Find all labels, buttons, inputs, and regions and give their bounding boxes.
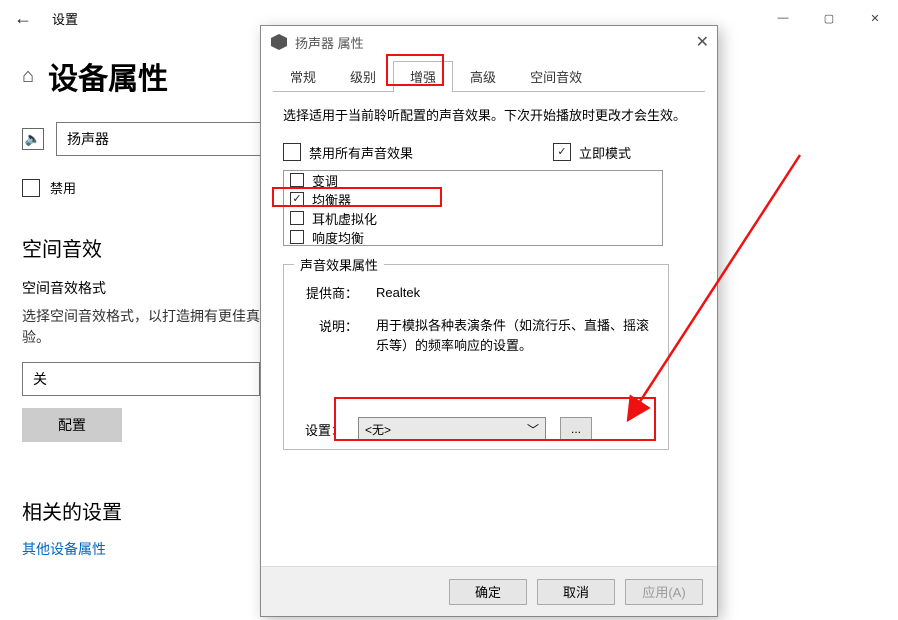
dialog-titlebar: 扬声器 属性 ✕	[261, 26, 717, 58]
effect-hp-virtual-label: 耳机虚拟化	[312, 209, 377, 228]
speaker-properties-dialog: 扬声器 属性 ✕ 常规 级别 增强 高级 空间音效 选择适用于当前聆听配置的声音…	[260, 25, 718, 617]
tab-strip: 常规 级别 增强 高级 空间音效	[273, 60, 705, 92]
effect-properties-title: 声音效果属性	[294, 255, 384, 274]
page-title: 设备属性	[48, 54, 168, 98]
effect-equalizer-label: 均衡器	[312, 190, 351, 209]
provider-value: Realtek	[376, 283, 654, 304]
speaker-icon: 🔈	[22, 128, 44, 150]
disable-all-effects-label: 禁用所有声音效果	[309, 143, 413, 162]
immediate-mode-label: 立即模式	[579, 143, 631, 162]
effect-equalizer-checkbox[interactable]	[290, 192, 304, 206]
disable-checkbox[interactable]	[22, 179, 40, 197]
spatial-help-text: 选择空间音效格式，以打造拥有更佳真验。	[22, 306, 262, 348]
setting-more-button[interactable]: ...	[560, 417, 592, 441]
configure-button[interactable]: 配置	[22, 408, 122, 442]
effect-hp-virtual-checkbox[interactable]	[290, 211, 304, 225]
dialog-icon	[271, 34, 287, 50]
dialog-button-row: 确定 取消 应用(A)	[261, 566, 717, 616]
setting-value: <无>	[365, 421, 391, 438]
tab-advanced[interactable]: 高级	[453, 61, 513, 92]
enhance-intro: 选择适用于当前聆听配置的声音效果。下次开始播放时更改才会生效。	[283, 106, 695, 127]
apply-button[interactable]: 应用(A)	[625, 579, 703, 605]
effect-pitch-label: 变调	[312, 171, 338, 190]
setting-combobox[interactable]: <无> ﹀	[358, 417, 546, 441]
window-title: 设置	[52, 9, 78, 28]
effect-loudness-label: 响度均衡	[312, 228, 364, 247]
tab-spatial[interactable]: 空间音效	[513, 61, 599, 92]
setting-label: 设置：	[298, 420, 344, 439]
immediate-mode-checkbox[interactable]	[553, 143, 571, 161]
dialog-title: 扬声器 属性	[295, 33, 364, 52]
ok-button[interactable]: 确定	[449, 579, 527, 605]
disable-all-effects-checkbox[interactable]	[283, 143, 301, 161]
disable-label: 禁用	[50, 178, 76, 197]
home-icon[interactable]: ⌂	[22, 65, 34, 88]
tab-enhance[interactable]: 增强	[393, 61, 453, 92]
effect-pitch-checkbox[interactable]	[290, 173, 304, 187]
chevron-down-icon: ﹀	[527, 421, 539, 438]
cancel-button[interactable]: 取消	[537, 579, 615, 605]
effect-loudness-checkbox[interactable]	[290, 230, 304, 244]
effects-list[interactable]: 变调 均衡器 耳机虚拟化 响度均衡	[283, 170, 663, 246]
tab-general[interactable]: 常规	[273, 61, 333, 92]
minimize-button[interactable]: —	[760, 3, 806, 33]
description-value: 用于模拟各种表演条件（如流行乐、直播、摇滚乐等）的频率响应的设置。	[376, 316, 654, 358]
close-button[interactable]: ✕	[852, 3, 898, 33]
effect-properties-group: 声音效果属性 提供商： Realtek 说明： 用于模拟各种表演条件（如流行乐、…	[283, 264, 669, 450]
maximize-button[interactable]: ▢	[806, 3, 852, 33]
spatial-format-value: 关	[33, 369, 47, 389]
provider-label: 提供商：	[298, 283, 358, 302]
device-name-input[interactable]	[56, 122, 271, 156]
description-label: 说明：	[298, 316, 358, 335]
tab-levels[interactable]: 级别	[333, 61, 393, 92]
back-icon[interactable]: ←	[14, 8, 32, 29]
spatial-format-select[interactable]: 关	[22, 362, 260, 396]
dialog-close-button[interactable]: ✕	[696, 32, 709, 52]
